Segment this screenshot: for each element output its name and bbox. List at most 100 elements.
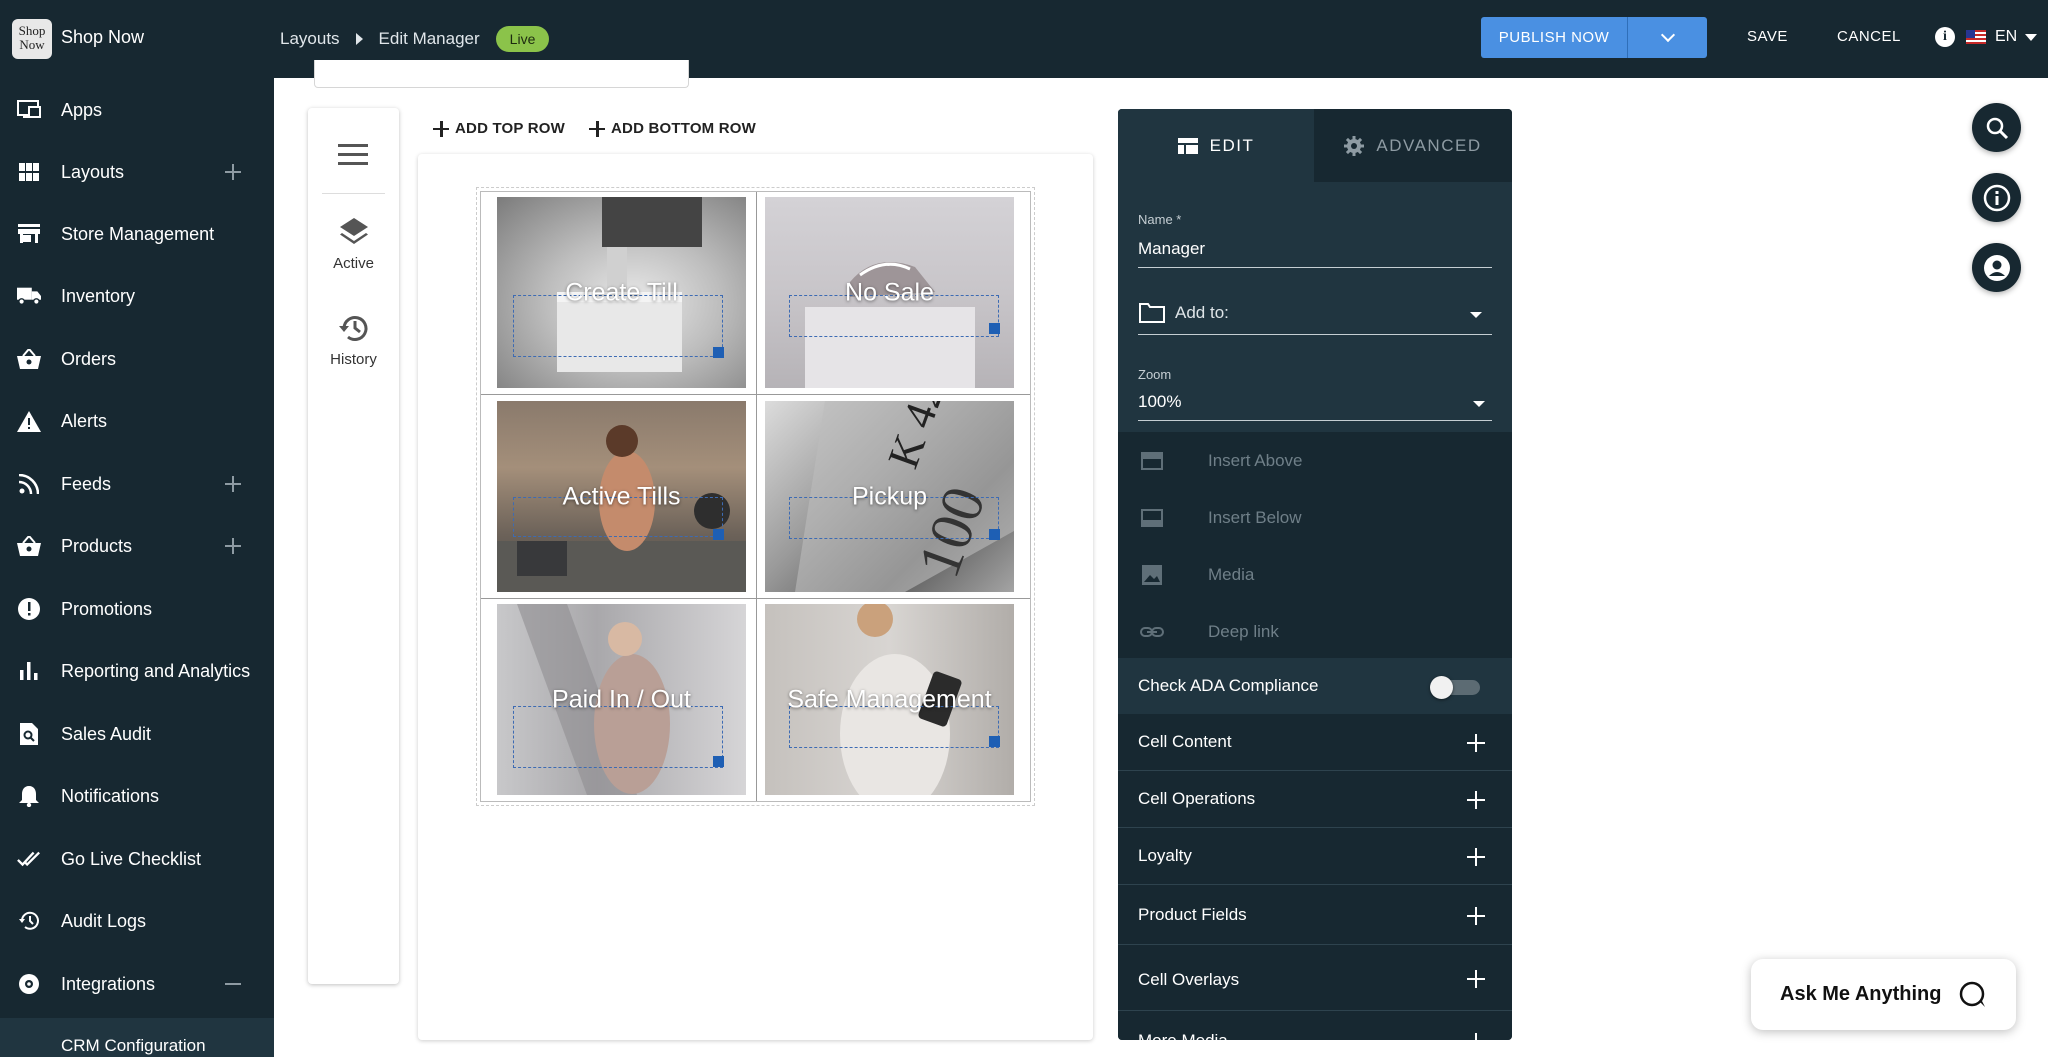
expand-plus-icon[interactable] bbox=[1467, 1033, 1485, 1040]
add-bottom-row-button[interactable]: ADD BOTTOM ROW bbox=[589, 120, 756, 137]
expand-plus-icon[interactable] bbox=[225, 538, 241, 554]
info-button[interactable] bbox=[1972, 173, 2021, 222]
expand-plus-icon[interactable] bbox=[1467, 791, 1485, 809]
resize-handle[interactable] bbox=[989, 323, 1000, 334]
tab-advanced[interactable]: ADVANCED bbox=[1314, 109, 1512, 182]
add-to-select[interactable]: Add to: bbox=[1175, 303, 1229, 323]
section-loyalty[interactable]: Loyalty bbox=[1118, 828, 1512, 885]
resize-handle[interactable] bbox=[713, 529, 724, 540]
expand-plus-icon[interactable] bbox=[1467, 734, 1485, 752]
app-name[interactable]: Shop Now bbox=[61, 27, 144, 48]
sidebar-item-integrations[interactable]: Integrations bbox=[0, 959, 274, 1009]
sidebar-item-reporting[interactable]: Reporting and Analytics bbox=[0, 646, 274, 696]
action-label: Insert Below bbox=[1208, 507, 1302, 527]
expand-plus-icon[interactable] bbox=[225, 164, 241, 180]
grid-cell[interactable]: Create Till bbox=[497, 197, 746, 388]
sidebar-item-alerts[interactable]: Alerts bbox=[0, 396, 274, 446]
info-circle-icon bbox=[1983, 184, 2010, 211]
resize-handle[interactable] bbox=[989, 529, 1000, 540]
section-cell-content[interactable]: Cell Content bbox=[1118, 714, 1512, 771]
sidebar-subitem-crm-configuration[interactable]: CRM Configuration bbox=[0, 1018, 274, 1057]
grid-cell[interactable]: Safe Management bbox=[765, 604, 1014, 795]
sidebar-item-promotions[interactable]: Promotions bbox=[0, 584, 274, 634]
us-flag-icon[interactable] bbox=[1966, 30, 1986, 44]
badge-alert-icon bbox=[17, 597, 41, 621]
breadcrumb-layouts-link[interactable]: Layouts bbox=[280, 29, 340, 49]
sidebar-item-store-management[interactable]: Store Management bbox=[0, 209, 274, 259]
ask-me-anything-button[interactable]: Ask Me Anything bbox=[1751, 959, 2016, 1030]
sidebar-item-inventory[interactable]: Inventory bbox=[0, 271, 274, 321]
save-button[interactable]: SAVE bbox=[1747, 28, 1788, 45]
section-cell-overlays[interactable]: Cell Overlays bbox=[1118, 945, 1512, 1011]
publish-options-button[interactable] bbox=[1627, 17, 1707, 58]
name-field[interactable]: Manager bbox=[1138, 239, 1205, 259]
active-layers-tool[interactable]: Active bbox=[308, 215, 399, 272]
search-button[interactable] bbox=[1972, 103, 2021, 152]
grid-cell[interactable]: K 421 100 Pickup bbox=[765, 401, 1014, 592]
insert-below-action[interactable]: Insert Below bbox=[1118, 489, 1512, 546]
account-button[interactable] bbox=[1972, 243, 2021, 292]
expand-plus-icon[interactable] bbox=[1467, 970, 1485, 988]
add-top-row-button[interactable]: ADD TOP ROW bbox=[433, 120, 565, 137]
sidebar-item-feeds[interactable]: Feeds bbox=[0, 459, 274, 509]
section-more-media[interactable]: More Media bbox=[1118, 1011, 1512, 1040]
cell-label: Paid In / Out bbox=[552, 685, 691, 713]
tool-label: History bbox=[330, 351, 377, 368]
deep-link-action[interactable]: Deep link bbox=[1118, 603, 1512, 660]
sidebar-item-label: Integrations bbox=[61, 973, 156, 994]
status-badge: Live bbox=[495, 26, 550, 52]
expand-plus-icon[interactable] bbox=[225, 476, 241, 492]
sidebar-item-apps[interactable]: Apps bbox=[0, 85, 274, 135]
chevron-down-icon bbox=[1660, 27, 1675, 43]
sidebar-item-label: Go Live Checklist bbox=[61, 848, 202, 869]
expand-plus-icon[interactable] bbox=[1467, 907, 1485, 925]
caret-down-icon[interactable] bbox=[1470, 312, 1482, 318]
language-selector[interactable]: EN bbox=[1995, 28, 2017, 46]
insert-row-above-icon bbox=[1141, 451, 1163, 470]
grid-cell[interactable]: Active Tills bbox=[497, 401, 746, 592]
media-action[interactable]: Media bbox=[1118, 546, 1512, 603]
cell-label: Active Tills bbox=[562, 482, 681, 510]
zoom-select[interactable]: 100% bbox=[1138, 392, 1181, 412]
folder-icon bbox=[1139, 303, 1165, 323]
breadcrumb-current: Edit Manager bbox=[378, 29, 480, 48]
section-cell-operations[interactable]: Cell Operations bbox=[1118, 771, 1512, 828]
file-search-icon bbox=[17, 722, 41, 746]
grid-cell[interactable]: No Sale bbox=[765, 197, 1014, 388]
cancel-button[interactable]: CANCEL bbox=[1837, 28, 1901, 45]
sidebar-item-notifications[interactable]: Notifications bbox=[0, 771, 274, 821]
sidebar-item-sales-audit[interactable]: Sales Audit bbox=[0, 709, 274, 759]
sidebar-item-layouts[interactable]: Layouts bbox=[0, 147, 274, 197]
expand-plus-icon[interactable] bbox=[1467, 848, 1485, 866]
sidebar-item-audit-logs[interactable]: Audit Logs bbox=[0, 896, 274, 946]
menu-icon[interactable] bbox=[338, 144, 368, 166]
resize-handle[interactable] bbox=[989, 736, 1000, 747]
resize-handle[interactable] bbox=[713, 347, 724, 358]
field-underline bbox=[1138, 334, 1492, 335]
caret-down-icon[interactable] bbox=[2025, 34, 2037, 41]
layout-field[interactable] bbox=[314, 60, 689, 88]
publish-now-button[interactable]: PUBLISH NOW bbox=[1481, 17, 1627, 58]
tool-label: Active bbox=[333, 255, 374, 272]
info-icon[interactable]: i bbox=[1935, 27, 1955, 47]
toggle-knob[interactable] bbox=[1430, 676, 1453, 699]
section-product-fields[interactable]: Product Fields bbox=[1118, 885, 1512, 945]
sidebar-item-products[interactable]: Products bbox=[0, 521, 274, 571]
truck-icon bbox=[17, 284, 41, 308]
sidebar-item-orders[interactable]: Orders bbox=[0, 334, 274, 384]
history-tool[interactable]: History bbox=[308, 311, 399, 368]
sidebar-item-label: Audit Logs bbox=[61, 910, 147, 931]
grid-cell[interactable]: Paid In / Out bbox=[497, 604, 746, 795]
sidebar-item-label: Promotions bbox=[61, 598, 153, 619]
resize-handle[interactable] bbox=[713, 756, 724, 767]
action-label: Insert Above bbox=[1208, 450, 1303, 470]
sidebar-item-go-live-checklist[interactable]: Go Live Checklist bbox=[0, 834, 274, 884]
caret-down-icon[interactable] bbox=[1473, 401, 1485, 407]
panel-tabs: EDIT ADVANCED bbox=[1118, 109, 1512, 182]
app-logo[interactable]: Shop Now bbox=[12, 19, 52, 59]
insert-above-action[interactable]: Insert Above bbox=[1118, 432, 1512, 489]
collapse-minus-icon[interactable] bbox=[225, 983, 241, 985]
tab-edit[interactable]: EDIT bbox=[1118, 109, 1314, 182]
plus-icon bbox=[433, 120, 449, 137]
link-icon bbox=[1140, 626, 1164, 637]
